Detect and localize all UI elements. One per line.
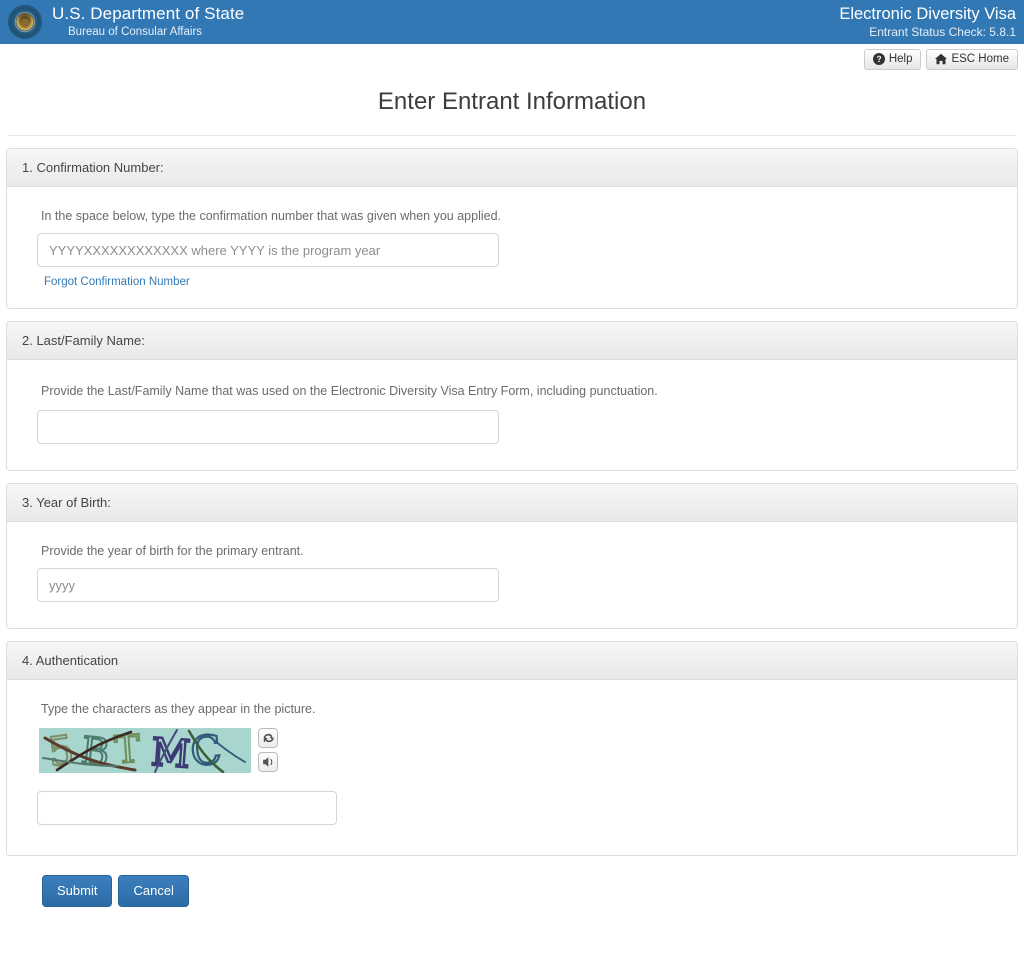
esc-home-button[interactable]: ESC Home xyxy=(926,48,1018,71)
bureau-name: Bureau of Consular Affairs xyxy=(68,26,203,39)
svg-text:C: C xyxy=(188,728,223,773)
page-title: Enter Entrant Information xyxy=(377,88,647,115)
form-content: 1. Confirmation Number: In the space bel… xyxy=(0,148,1024,908)
year-of-birth-input[interactable] xyxy=(37,568,499,602)
svg-text:M: M xyxy=(150,730,192,773)
application-identity: Electronic Diversity Visa Entrant Status… xyxy=(839,5,1018,40)
confirmation-number-help-text: In the space below, type the confirmatio… xyxy=(41,209,502,223)
help-button-label: Help xyxy=(888,52,913,65)
authentication-help-text: Type the characters as they appear in th… xyxy=(41,702,316,716)
panel-authentication: 4. Authentication Type the characters as… xyxy=(6,641,1018,856)
last-family-name-input[interactable] xyxy=(37,410,499,444)
confirmation-number-input[interactable] xyxy=(37,233,499,267)
brand: U.S. Department of State Bureau of Consu… xyxy=(8,5,244,39)
panel-heading-confirmation-number: 1. Confirmation Number: xyxy=(7,149,1017,187)
application-title: Electronic Diversity Visa xyxy=(839,4,1016,23)
cancel-button[interactable]: Cancel xyxy=(118,875,189,908)
esc-home-button-label: ESC Home xyxy=(951,52,1009,65)
department-name: U.S. Department of State xyxy=(52,4,245,24)
form-actions: Submit Cancel xyxy=(6,856,1018,908)
captcha-buttons xyxy=(258,728,278,772)
panel-heading-authentication: 4. Authentication xyxy=(7,642,1017,680)
panel-body-last-family-name: Provide the Last/Family Name that was us… xyxy=(7,360,1017,470)
site-header: U.S. Department of State Bureau of Consu… xyxy=(0,0,1024,44)
utility-bar: Help ESC Home xyxy=(0,44,1024,72)
panel-body-year-of-birth: Provide the year of birth for the primar… xyxy=(7,522,1017,628)
title-divider xyxy=(8,135,1016,136)
captcha-image: 5 B T M C xyxy=(39,728,251,773)
refresh-icon-button[interactable] xyxy=(258,728,278,748)
submit-button[interactable]: Submit xyxy=(42,875,113,908)
panel-body-confirmation-number: In the space below, type the confirmatio… xyxy=(7,187,1017,308)
panel-last-family-name: 2. Last/Family Name: Provide the Last/Fa… xyxy=(6,321,1018,471)
audio-icon-button[interactable] xyxy=(258,752,278,772)
home-icon xyxy=(935,53,948,65)
panel-heading-year-of-birth: 3. Year of Birth: xyxy=(7,484,1017,522)
captcha-answer-input[interactable] xyxy=(37,791,337,825)
panel-heading-last-family-name: 2. Last/Family Name: xyxy=(7,322,1017,360)
panel-confirmation-number: 1. Confirmation Number: In the space bel… xyxy=(6,148,1018,309)
refresh-icon xyxy=(262,732,274,744)
panel-year-of-birth: 3. Year of Birth: Provide the year of bi… xyxy=(6,483,1018,629)
panel-body-authentication: Type the characters as they appear in th… xyxy=(7,680,1017,855)
help-button[interactable]: Help xyxy=(863,48,922,71)
last-family-name-help-text: Provide the Last/Family Name that was us… xyxy=(41,384,658,398)
us-department-of-state-seal-icon xyxy=(8,5,42,39)
brand-text: U.S. Department of State Bureau of Consu… xyxy=(52,5,244,38)
forgot-confirmation-number-link[interactable]: Forgot Confirmation Number xyxy=(44,276,190,288)
question-circle-icon xyxy=(872,53,885,66)
application-version: Entrant Status Check: 5.8.1 xyxy=(869,24,1016,39)
speaker-audio-icon xyxy=(262,756,274,768)
year-of-birth-help-text: Provide the year of birth for the primar… xyxy=(41,544,304,558)
captcha-row: 5 B T M C xyxy=(39,728,987,773)
